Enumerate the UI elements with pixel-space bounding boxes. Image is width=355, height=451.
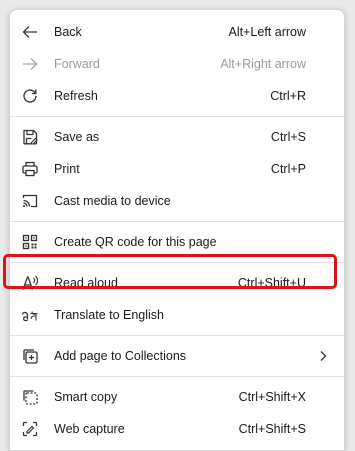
menu-item-print[interactable]: Print Ctrl+P: [10, 153, 344, 185]
menu-item-web-capture[interactable]: Web capture Ctrl+Shift+S: [10, 413, 344, 445]
menu-item-shortcut: Ctrl+R: [270, 89, 306, 103]
menu-item-save-as[interactable]: Save as Ctrl+S: [10, 121, 344, 153]
menu-item-forward[interactable]: Forward Alt+Right arrow: [10, 48, 344, 80]
menu-item-cast-media[interactable]: Cast media to device: [10, 185, 344, 217]
menu-item-shortcut: Ctrl+Shift+X: [238, 390, 306, 404]
menu-separator: [10, 335, 344, 336]
menu-item-label: Print: [54, 162, 80, 176]
menu-item-label: Refresh: [54, 89, 98, 103]
menu-separator: [10, 221, 344, 222]
menu-item-create-qr-code[interactable]: Create QR code for this page: [10, 226, 344, 258]
menu-separator: [10, 262, 344, 263]
read-aloud-icon: [21, 274, 39, 292]
menu-item-back[interactable]: Back Alt+Left arrow: [10, 16, 344, 48]
collections-icon: [21, 347, 39, 365]
web-capture-icon: [21, 420, 39, 438]
menu-item-label: Create QR code for this page: [54, 235, 217, 249]
translate-icon: [21, 306, 39, 324]
menu-item-label: Add page to Collections: [54, 349, 187, 363]
menu-item-label: Translate to English: [54, 308, 165, 322]
menu-item-read-aloud[interactable]: Read aloud Ctrl+Shift+U: [10, 267, 344, 299]
print-icon: [21, 160, 39, 178]
menu-item-label: Smart copy: [54, 390, 118, 404]
cast-icon: [21, 192, 39, 210]
save-icon: [21, 128, 39, 146]
qr-code-icon: [21, 233, 39, 251]
context-menu: Back Alt+Left arrow Forward Alt+Right ar…: [9, 9, 345, 451]
menu-item-add-to-collections[interactable]: Add page to Collections: [10, 340, 344, 372]
menu-item-smart-copy[interactable]: Smart copy Ctrl+Shift+X: [10, 381, 344, 413]
menu-item-label: Read aloud: [54, 276, 118, 290]
menu-item-shortcut: Ctrl+Shift+U: [237, 276, 306, 290]
smart-copy-icon: [21, 388, 39, 406]
menu-item-refresh[interactable]: Refresh Ctrl+R: [10, 80, 344, 112]
menu-item-shortcut: Alt+Right arrow: [220, 57, 306, 71]
menu-item-label: Forward: [54, 57, 100, 71]
menu-item-shortcut: Ctrl+S: [270, 130, 306, 144]
menu-item-label: Save as: [54, 130, 100, 144]
menu-item-shortcut: Ctrl+Shift+S: [238, 422, 306, 436]
menu-item-shortcut: Ctrl+P: [270, 162, 306, 176]
menu-separator: [10, 116, 344, 117]
menu-item-label: Back: [54, 25, 82, 39]
back-arrow-icon: [21, 23, 39, 41]
menu-item-translate[interactable]: Translate to English: [10, 299, 344, 331]
refresh-icon: [21, 87, 39, 105]
menu-item-label: Web capture: [54, 422, 125, 436]
forward-arrow-icon: [21, 55, 39, 73]
menu-item-shortcut: Alt+Left arrow: [228, 25, 306, 39]
chevron-right-icon: [316, 349, 330, 363]
menu-separator: [10, 376, 344, 377]
menu-item-label: Cast media to device: [54, 194, 171, 208]
